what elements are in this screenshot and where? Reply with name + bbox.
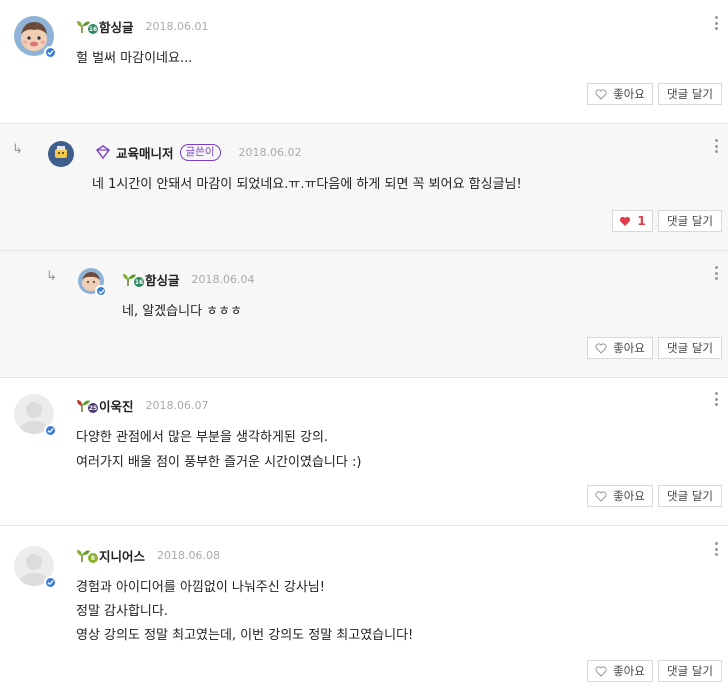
verified-icon (95, 285, 107, 297)
reply-button[interactable]: 댓글 달기 (658, 660, 722, 682)
like-label: 좋아요 (613, 87, 645, 101)
like-label: 좋아요 (613, 664, 645, 678)
author-row: 16 함싱글 2018.06.04 (122, 270, 255, 288)
heart-outline-icon (595, 342, 607, 354)
reply-label: 댓글 달기 (667, 341, 713, 355)
sprout-level-icon: 16 (76, 18, 98, 34)
reply-label: 댓글 달기 (667, 214, 713, 228)
comment-date: 2018.06.08 (157, 548, 220, 562)
reply-label: 댓글 달기 (667, 87, 713, 101)
like-label: 좋아요 (613, 341, 645, 355)
comment-text-line: 영상 강의도 정말 최고였는데, 이번 강의도 정말 최고였습니다! (76, 628, 414, 643)
like-count: 1 (637, 214, 646, 228)
comment-text: 헐 벌써 마감이네요... (76, 51, 193, 66)
reply-label: 댓글 달기 (667, 489, 713, 503)
comment-date: 2018.06.04 (191, 272, 255, 286)
avatar[interactable] (14, 546, 57, 589)
comment-item: 16 함싱글 2018.06.01 헐 벌써 마감이네요... 좋아요 댓글 달… (0, 0, 728, 124)
comment-date: 2018.06.07 (145, 398, 209, 412)
comment-item: 25 이욱진 2018.06.07 다양한 관점에서 많은 부분을 생각하게된 … (0, 378, 728, 526)
like-button[interactable]: 1 (612, 210, 653, 232)
more-options-icon[interactable] (714, 139, 718, 153)
avatar[interactable] (14, 16, 57, 59)
author-name[interactable]: 교육매니저 (116, 143, 174, 162)
verified-icon (44, 424, 57, 437)
reply-button[interactable]: 댓글 달기 (658, 337, 722, 359)
reply-button[interactable]: 댓글 달기 (658, 485, 722, 507)
like-button[interactable]: 좋아요 (587, 337, 653, 359)
comment-text: 네 1시간이 안돼서 마감이 되었네요.ㅠ.ㅠ다음에 하게 되면 꼭 뵈어요 함… (92, 177, 522, 192)
author-name[interactable]: 함싱글 (99, 17, 134, 36)
author-name[interactable]: 함싱글 (145, 270, 180, 289)
avatar[interactable] (78, 268, 107, 297)
avatar[interactable] (48, 141, 74, 167)
author-badge: 글쓴이 (179, 143, 221, 161)
level-number: 16 (88, 24, 98, 34)
more-options-icon[interactable] (714, 392, 718, 406)
like-button[interactable]: 좋아요 (587, 83, 653, 105)
reply-label: 댓글 달기 (667, 664, 713, 678)
reply-arrow-icon: ↳ (12, 142, 23, 157)
reply-comment-item: ↳ 교육매니저 글쓴이 2018.06.02 네 1시간이 안돼서 마감이 되었… (0, 124, 728, 251)
level-number: 25 (88, 403, 98, 413)
author-row: 16 함싱글 2018.06.01 (76, 17, 209, 35)
comment-item: 8 지니어스 2018.06.08 경험과 아이디어를 아낌없이 나눠주신 강사… (0, 526, 728, 695)
author-row: 25 이욱진 2018.06.07 (76, 396, 209, 414)
heart-outline-icon (595, 88, 607, 100)
reply-button[interactable]: 댓글 달기 (658, 83, 722, 105)
level-number: 8 (88, 553, 98, 563)
like-button[interactable]: 좋아요 (587, 660, 653, 682)
author-name[interactable]: 이욱진 (99, 396, 134, 415)
author-row: 교육매니저 글쓴이 2018.06.02 (96, 143, 301, 161)
sprout-level-icon: 25 (76, 397, 98, 413)
verified-icon (44, 576, 57, 589)
like-button[interactable]: 좋아요 (587, 485, 653, 507)
heart-outline-icon (595, 665, 607, 677)
sprout-level-icon: 16 (122, 271, 144, 287)
reply-comment-item: ↳ 16 함싱글 2018.06.04 네, 알겠습니다 ㅎㅎㅎ 좋아요 댓글 … (0, 251, 728, 378)
comment-text-line: 경험과 아이디어를 아낌없이 나눠주신 강사님! (76, 580, 325, 595)
author-row: 8 지니어스 2018.06.08 (76, 546, 220, 564)
reply-arrow-icon: ↳ (46, 269, 57, 284)
heart-filled-icon (620, 216, 631, 226)
manager-icon (96, 145, 110, 159)
more-options-icon[interactable] (714, 542, 718, 556)
comment-text-line: 여러가지 배울 점이 풍부한 즐거운 시간이였습니다 :) (76, 455, 362, 470)
verified-icon (44, 46, 57, 59)
sprout-level-icon: 8 (76, 547, 98, 563)
comment-text: 네, 알겠습니다 ㅎㅎㅎ (122, 304, 243, 319)
more-options-icon[interactable] (714, 266, 718, 280)
comment-text-line: 정말 감사합니다. (76, 604, 168, 619)
avatar[interactable] (14, 394, 57, 437)
heart-outline-icon (595, 490, 607, 502)
comment-date: 2018.06.02 (238, 145, 302, 159)
author-name[interactable]: 지니어스 (99, 546, 145, 565)
more-options-icon[interactable] (714, 16, 718, 30)
reply-button[interactable]: 댓글 달기 (658, 210, 722, 232)
level-number: 16 (134, 277, 144, 287)
like-label: 좋아요 (613, 489, 645, 503)
comment-text-line: 다양한 관점에서 많은 부분을 생각하게된 강의. (76, 430, 329, 445)
comment-date: 2018.06.01 (145, 19, 209, 33)
